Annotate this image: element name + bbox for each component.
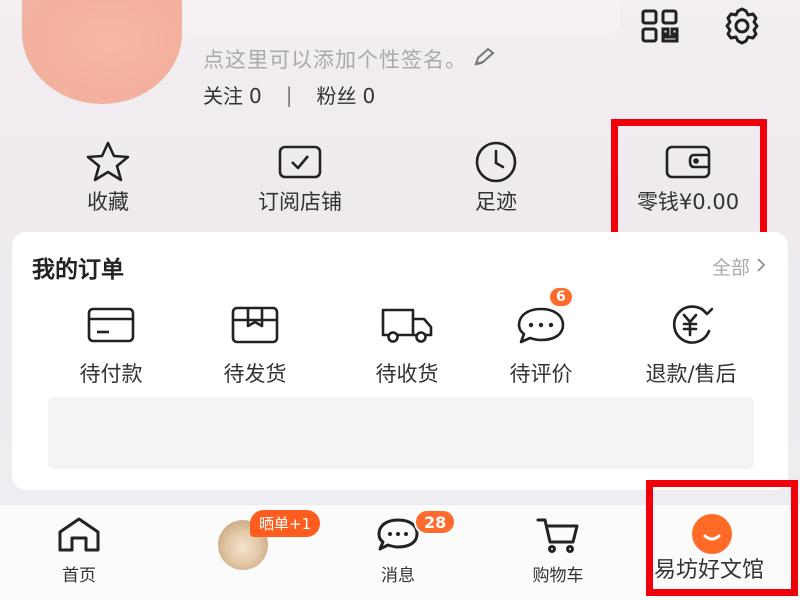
shortcut-label: 订阅店铺 xyxy=(258,190,342,214)
order-pending-review[interactable]: 6 待评价 xyxy=(496,286,586,388)
order-pending-receipt[interactable]: 待收货 xyxy=(362,302,452,388)
home-icon xyxy=(44,515,114,555)
order-label: 待付款 xyxy=(79,362,143,386)
truck-icon xyxy=(362,302,452,348)
following-count: 0 xyxy=(249,84,262,108)
order-label: 待评价 xyxy=(509,362,573,386)
tab-cart[interactable]: 购物车 xyxy=(516,515,600,586)
shortcut-subscribed-stores[interactable]: 订阅店铺 xyxy=(240,140,360,216)
refund-yen-icon xyxy=(626,302,756,348)
orders-title: 我的订单 xyxy=(32,257,124,283)
tab-label: 购物车 xyxy=(532,566,584,586)
shortcut-favorites[interactable]: 收藏 xyxy=(66,140,150,216)
message-icon: 28 xyxy=(360,509,457,555)
following-label: 关注 xyxy=(203,84,243,108)
signature-prompt[interactable]: 点这里可以添加个性签名。 xyxy=(203,44,495,74)
chevron-right-icon xyxy=(756,256,766,278)
stats-divider: | xyxy=(285,82,293,107)
shortcut-history[interactable]: 足迹 xyxy=(454,140,538,216)
chat-icon: 6 xyxy=(496,286,586,348)
gear-icon[interactable] xyxy=(720,6,764,46)
order-pending-shipment[interactable]: 待发货 xyxy=(210,302,300,388)
order-preview-blurred[interactable] xyxy=(48,397,754,469)
shortcut-label: 足迹 xyxy=(475,190,517,214)
view-all-label: 全部 xyxy=(711,257,750,279)
tab-messages[interactable]: 28 消息 xyxy=(360,509,457,586)
followers-stat[interactable]: 粉丝 0 xyxy=(316,80,375,109)
subscribe-store-icon xyxy=(240,140,360,184)
tab-home[interactable]: 首页 xyxy=(44,515,114,586)
tab-label: 消息 xyxy=(381,566,415,586)
order-label: 待发货 xyxy=(223,362,287,386)
shortcut-label: 收藏 xyxy=(87,190,129,214)
qr-code-icon[interactable] xyxy=(640,6,684,46)
card-icon xyxy=(66,302,156,348)
order-pending-payment[interactable]: 待付款 xyxy=(66,302,156,388)
following-stat[interactable]: 关注 0 xyxy=(203,80,262,109)
avatar[interactable] xyxy=(22,0,182,104)
promo-badge[interactable]: 晒单+1 xyxy=(250,510,321,537)
my-orders-card: 我的订单 全部 待付款 待发货 待收货 6 待评价 退款/售后 xyxy=(12,232,788,490)
highlight-box-me-tab xyxy=(646,480,798,596)
followers-count: 0 xyxy=(362,84,376,108)
clock-icon xyxy=(454,140,538,184)
highlight-box-wallet xyxy=(611,119,767,241)
header-blur-area xyxy=(180,0,620,36)
tab-label: 首页 xyxy=(62,566,96,586)
order-label: 待收货 xyxy=(375,362,439,386)
follow-stats: 关注 0 | 粉丝 0 xyxy=(203,80,375,109)
view-all-orders-link[interactable]: 全部 xyxy=(712,253,766,280)
star-icon xyxy=(66,140,150,184)
order-label: 退款/售后 xyxy=(645,362,737,386)
messages-count-badge: 28 xyxy=(414,509,457,535)
followers-label: 粉丝 xyxy=(316,84,357,108)
pencil-icon xyxy=(473,47,495,72)
review-count-badge: 6 xyxy=(548,286,574,308)
package-icon xyxy=(210,302,300,348)
order-refund-aftersale[interactable]: 退款/售后 xyxy=(626,302,756,388)
cart-icon xyxy=(516,515,600,555)
signature-text: 点这里可以添加个性签名。 xyxy=(203,48,467,72)
